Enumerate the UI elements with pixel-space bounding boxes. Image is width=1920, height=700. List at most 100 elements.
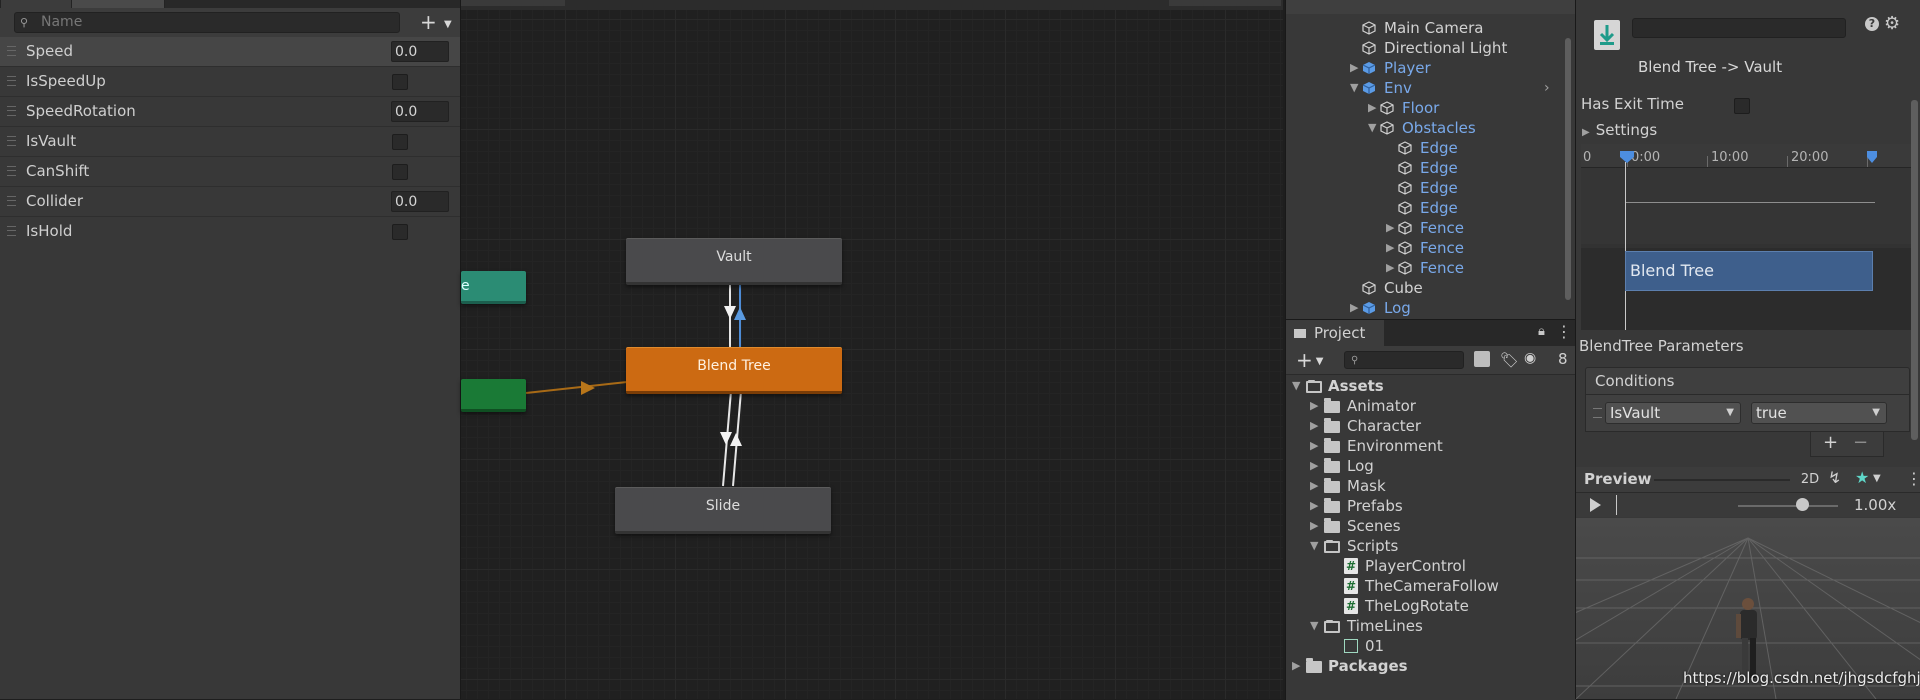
preview-resize-handle[interactable] <box>1654 479 1790 481</box>
tab-project[interactable]: Project <box>1286 320 1384 346</box>
remove-condition-button[interactable]: − <box>1853 433 1868 453</box>
parameter-row[interactable]: Collider 0.0 <box>0 187 460 217</box>
collapse-arrow-icon[interactable]: ▼ <box>1310 616 1318 636</box>
hidden-packages-icon[interactable]: ◉ <box>1524 350 1536 366</box>
project-item[interactable]: ▶ Character <box>1286 416 1576 436</box>
drag-handle-icon[interactable] <box>7 196 16 206</box>
project-item[interactable]: ▶ Animator <box>1286 396 1576 416</box>
hierarchy-item[interactable]: Edge <box>1286 158 1562 178</box>
add-parameter-button[interactable]: + ▼ <box>420 12 456 33</box>
pivot-icon[interactable]: ↯ <box>1828 468 1841 487</box>
project-item[interactable]: ▶ Prefabs <box>1286 496 1576 516</box>
hierarchy-item[interactable]: ▶ Floor <box>1286 98 1562 118</box>
float-value-field[interactable]: 0.0 <box>391 41 449 62</box>
animator-graph[interactable]: Vault Blend Tree Slide e <box>461 0 1283 699</box>
state-node-entry[interactable]: e <box>461 271 526 304</box>
condition-parameter-dropdown[interactable]: IsVault ▼ <box>1605 402 1741 424</box>
hierarchy-item[interactable]: Cube <box>1286 278 1562 298</box>
drag-handle-icon[interactable] <box>7 106 16 116</box>
project-item[interactable]: ▼ Scripts <box>1286 536 1576 556</box>
parameter-row[interactable]: CanShift <box>0 157 460 187</box>
hierarchy-item[interactable]: ▶ Player <box>1286 58 1562 78</box>
more-options-icon[interactable]: ⋮ <box>1556 322 1572 341</box>
expand-arrow-icon[interactable]: ▶ <box>1310 396 1318 416</box>
hierarchy-item[interactable]: ▶ Log <box>1286 298 1562 318</box>
hierarchy-item[interactable]: Directional Light <box>1286 38 1562 58</box>
tag-icon[interactable]: 🏷︎ <box>1500 351 1519 369</box>
expand-arrow-icon[interactable]: ▶ <box>1386 258 1394 278</box>
condition-row[interactable]: IsVault ▼ true ▼ <box>1585 394 1910 432</box>
parameter-row[interactable]: SpeedRotation 0.0 <box>0 97 460 127</box>
avatar-icon[interactable]: ★ <box>1855 468 1869 487</box>
drag-handle-icon[interactable] <box>1593 408 1602 418</box>
hierarchy-item[interactable]: Edge <box>1286 198 1562 218</box>
project-item[interactable]: ▶ Mask <box>1286 476 1576 496</box>
hierarchy-item[interactable]: ▼ Obstacles <box>1286 118 1562 138</box>
help-icon[interactable]: ? <box>1865 17 1879 31</box>
chevron-right-icon[interactable]: › <box>1544 78 1550 98</box>
expand-arrow-icon[interactable]: ▶ <box>1310 496 1318 516</box>
hierarchy-item[interactable]: ▶ Fence <box>1286 258 1562 278</box>
hierarchy-item[interactable]: ▶ Fence <box>1286 218 1562 238</box>
project-search-input[interactable]: ⚲ <box>1344 351 1464 369</box>
drag-handle-icon[interactable] <box>7 226 16 236</box>
drag-handle-icon[interactable] <box>7 76 16 86</box>
bool-checkbox[interactable] <box>392 224 408 240</box>
parameter-search-input[interactable]: ⚲ Name <box>14 12 400 33</box>
timeline-clip-blend-tree[interactable]: Blend Tree <box>1625 251 1873 291</box>
create-button[interactable]: + ▼ <box>1296 348 1323 372</box>
scrollbar-thumb[interactable] <box>1911 100 1918 440</box>
speed-slider-knob[interactable] <box>1796 498 1809 511</box>
inspector-scrollbar[interactable] <box>1909 0 1920 467</box>
lock-icon[interactable]: 🔒︎ <box>1538 324 1545 339</box>
transition-start-line[interactable] <box>1625 162 1626 330</box>
project-item[interactable]: ▶ Log <box>1286 456 1576 476</box>
settings-foldout[interactable]: ▶ Settings <box>1582 121 1657 139</box>
toggle-2d-button[interactable]: 2D <box>1796 470 1824 489</box>
state-node-vault[interactable]: Vault <box>626 238 842 285</box>
chevron-down-icon[interactable]: ▼ <box>1873 473 1881 484</box>
project-item[interactable]: ▶ Packages <box>1286 656 1576 676</box>
parameter-row[interactable]: IsVault <box>0 127 460 157</box>
collapse-arrow-icon[interactable]: ▼ <box>1368 118 1376 138</box>
project-item[interactable]: # TheLogRotate <box>1286 596 1576 616</box>
project-item[interactable]: # PlayerControl <box>1286 556 1576 576</box>
state-node-start[interactable] <box>461 379 526 412</box>
project-item[interactable]: ▼ Assets <box>1286 376 1576 396</box>
project-item[interactable]: ▶ Environment <box>1286 436 1576 456</box>
drag-handle-icon[interactable] <box>7 166 16 176</box>
scrollbar-thumb[interactable] <box>1565 38 1571 300</box>
exit-marker-icon[interactable] <box>1866 150 1878 164</box>
bool-checkbox[interactable] <box>392 164 408 180</box>
has-exit-time-checkbox[interactable] <box>1734 98 1750 114</box>
project-item[interactable]: ▼ TimeLines <box>1286 616 1576 636</box>
scene-header[interactable] <box>1286 0 1576 14</box>
parameter-row[interactable]: Speed 0.0 <box>0 37 460 67</box>
state-node-slide[interactable]: Slide <box>615 487 831 534</box>
transition-timeline[interactable]: 0 0:00 10:00 20:00 Blend Tree <box>1581 144 1911 330</box>
collapse-arrow-icon[interactable]: ▼ <box>1350 78 1358 98</box>
hierarchy-item[interactable]: Edge <box>1286 138 1562 158</box>
scrub-line[interactable] <box>1616 495 1617 515</box>
timeline-ruler[interactable]: 0 0:00 10:00 20:00 <box>1581 144 1911 168</box>
expand-arrow-icon[interactable]: ▶ <box>1350 298 1358 318</box>
condition-value-dropdown[interactable]: true ▼ <box>1751 402 1887 424</box>
float-value-field[interactable]: 0.0 <box>391 191 449 212</box>
bool-checkbox[interactable] <box>392 74 408 90</box>
expand-arrow-icon[interactable]: ▶ <box>1310 456 1318 476</box>
hierarchy-item[interactable]: ▼ Env › <box>1286 78 1562 98</box>
hierarchy-item[interactable]: Main Camera <box>1286 18 1562 38</box>
bool-checkbox[interactable] <box>392 134 408 150</box>
parameter-row[interactable]: IsHold <box>0 217 460 246</box>
project-item[interactable]: 01 <box>1286 636 1576 656</box>
expand-arrow-icon[interactable]: ▶ <box>1310 416 1318 436</box>
filter-by-type-icon[interactable] <box>1474 351 1490 367</box>
expand-arrow-icon[interactable]: ▶ <box>1310 436 1318 456</box>
expand-arrow-icon[interactable]: ▶ <box>1368 98 1376 118</box>
expand-arrow-icon[interactable]: ▶ <box>1350 58 1358 78</box>
drag-handle-icon[interactable] <box>7 136 16 146</box>
expand-arrow-icon[interactable]: ▶ <box>1310 476 1318 496</box>
hierarchy-item[interactable]: ▶ Fence <box>1286 238 1562 258</box>
hierarchy-scrollbar[interactable] <box>1563 12 1573 312</box>
collapse-arrow-icon[interactable]: ▼ <box>1310 536 1318 556</box>
